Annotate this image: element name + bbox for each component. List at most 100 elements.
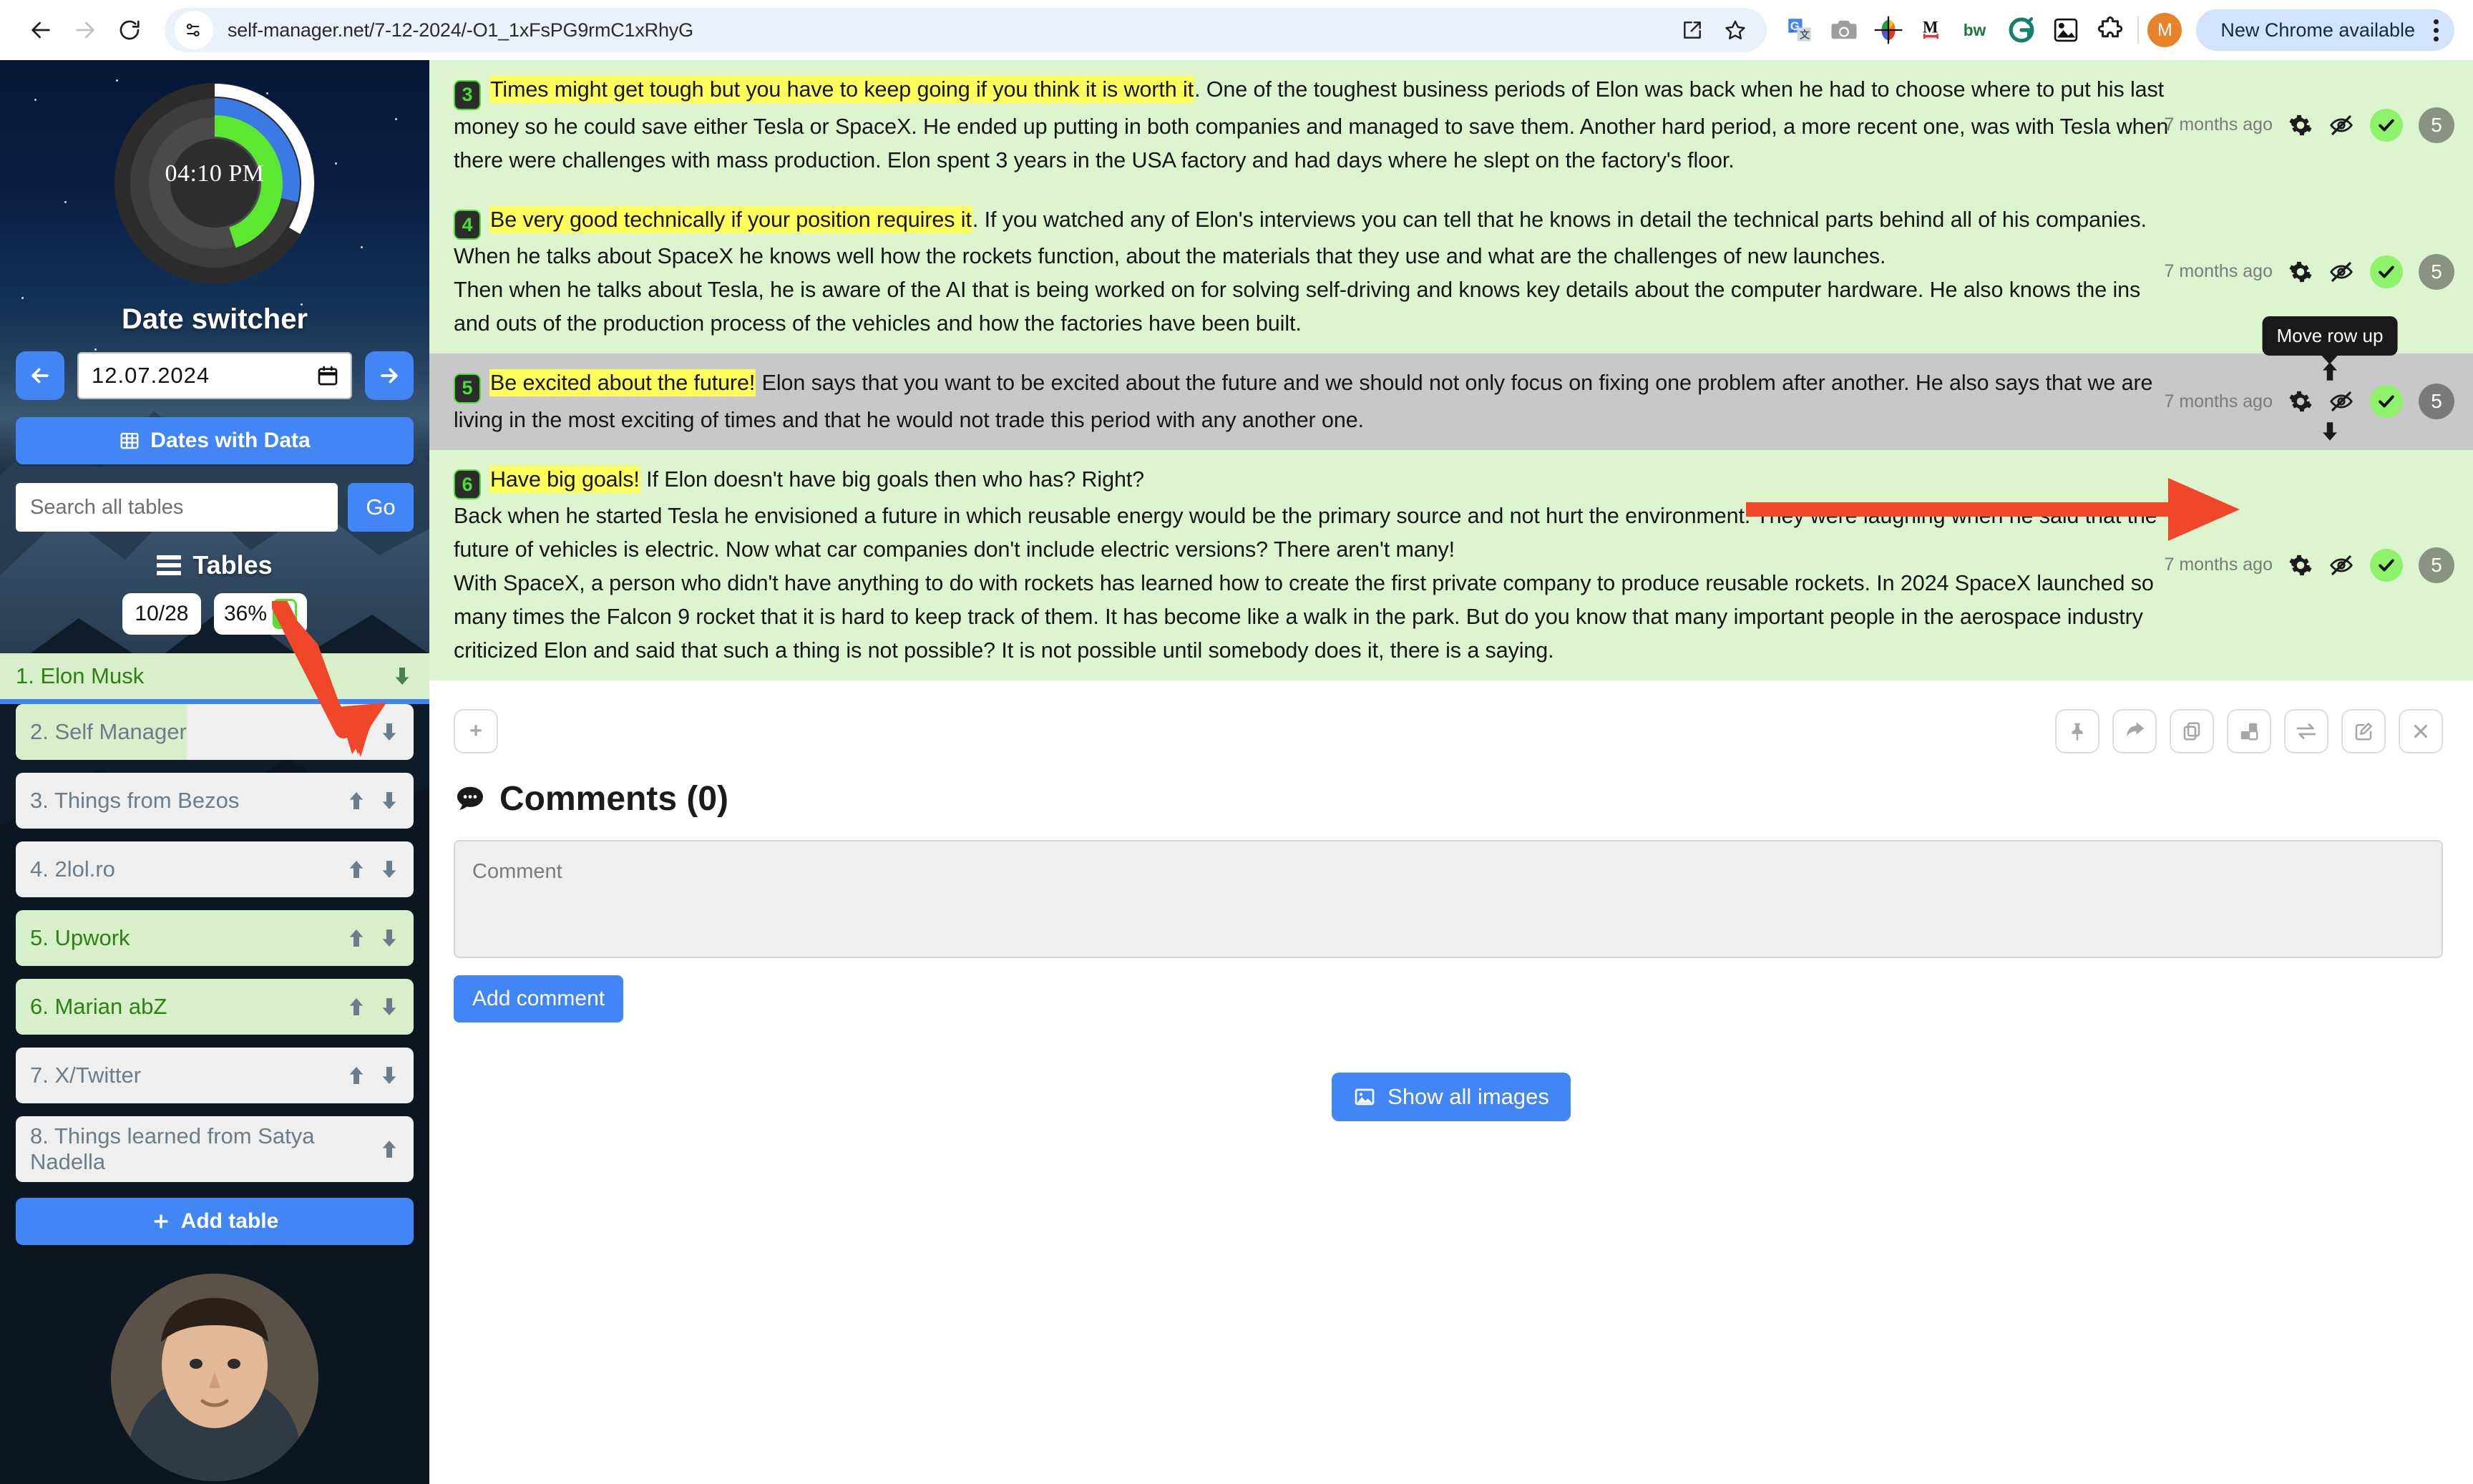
arrow-down-icon[interactable] <box>378 927 401 950</box>
google-translate-extension-icon[interactable]: G文 <box>1781 11 1818 49</box>
svg-text:文: 文 <box>1800 29 1810 40</box>
arrow-up-icon[interactable] <box>345 789 368 812</box>
open-in-new-button[interactable] <box>1672 10 1712 50</box>
search-go-button[interactable]: Go <box>348 483 414 532</box>
arrow-down-icon[interactable] <box>378 789 401 812</box>
bookmark-button[interactable] <box>1715 10 1755 50</box>
arrow-up-icon[interactable] <box>345 995 368 1018</box>
row-done-button[interactable] <box>2370 255 2403 288</box>
row-count-badge[interactable]: 5 <box>2419 107 2454 143</box>
hamburger-icon[interactable] <box>157 555 182 575</box>
arrow-up-icon[interactable] <box>378 1138 401 1161</box>
add-table-button[interactable]: Add table <box>16 1198 414 1245</box>
notes-rows: 3 Times might get tough but you have to k… <box>429 60 2473 680</box>
duplicate-button[interactable] <box>2227 709 2271 753</box>
comment-input[interactable]: Comment <box>454 840 2443 958</box>
edit-button[interactable] <box>2341 709 2386 753</box>
move-row-up-button[interactable] <box>2318 359 2342 384</box>
site-settings-button[interactable] <box>175 11 213 49</box>
move-row-down-button[interactable] <box>2318 419 2342 444</box>
arrow-up-icon[interactable] <box>345 721 368 743</box>
row-count-badge[interactable]: 5 <box>2419 547 2454 583</box>
arrow-down-icon[interactable] <box>378 721 401 743</box>
swap-button[interactable] <box>2284 709 2328 753</box>
calendar-icon[interactable] <box>316 364 339 387</box>
back-button[interactable] <box>19 8 63 52</box>
reload-button[interactable] <box>107 8 152 52</box>
sidebar-item[interactable]: 4. 2lol.ro <box>16 841 414 897</box>
add-comment-button[interactable]: Add comment <box>454 975 624 1022</box>
tables-heading-label: Tables <box>192 550 273 580</box>
row-timestamp: 7 months ago <box>2164 261 2273 282</box>
sidebar-item[interactable]: 3. Things from Bezos <box>16 773 414 829</box>
sidebar-item-elon-musk[interactable]: 1. Elon Musk <box>0 653 429 704</box>
grammarly-extension-icon[interactable] <box>2003 11 2040 49</box>
profile-photo[interactable] <box>111 1274 318 1481</box>
share-button[interactable] <box>2112 709 2157 753</box>
puzzle-extensions-icon[interactable] <box>2092 11 2129 49</box>
arrow-down-icon[interactable] <box>378 1064 401 1087</box>
row-count-badge[interactable]: 5 <box>2419 384 2454 420</box>
address-bar[interactable]: self-manager.net/7-12-2024/-O1_1xFsPG9rm… <box>165 8 1767 52</box>
bitwarden-extension-icon[interactable]: bw <box>1959 11 1996 49</box>
gear-icon <box>2289 391 2312 412</box>
date-switcher-title: Date switcher <box>121 303 308 335</box>
arrow-down-icon[interactable] <box>378 858 401 881</box>
comments-heading-label: Comments (0) <box>499 780 729 818</box>
arrow-up-icon[interactable] <box>345 927 368 950</box>
row-settings-button[interactable] <box>2288 260 2313 284</box>
row-settings-button[interactable] <box>2288 389 2313 414</box>
table-row[interactable]: 6 Have big goals! If Elon doesn't have bi… <box>429 449 2473 680</box>
table-row[interactable]: 3 Times might get tough but you have to k… <box>429 60 2473 190</box>
row-done-button[interactable] <box>2370 385 2403 419</box>
table-row[interactable]: 5 Be excited about the future! Elon says … <box>429 316 2473 450</box>
previous-date-button[interactable] <box>16 351 64 400</box>
table-row[interactable]: 4 Be very good technically if your positi… <box>429 190 2473 353</box>
row-done-button[interactable] <box>2370 548 2403 582</box>
show-all-images-label: Show all images <box>1387 1084 1549 1109</box>
eye-slash-icon <box>2330 262 2353 282</box>
sidebar-item[interactable]: 5. Upwork <box>16 910 414 966</box>
search-input[interactable]: Search all tables <box>16 483 338 532</box>
sidebar-item[interactable]: 8. Things learned from Satya Nadella <box>16 1116 414 1182</box>
tables-heading[interactable]: Tables <box>16 550 414 580</box>
screenshot-camera-extension-icon[interactable] <box>1825 11 1863 49</box>
row-hide-button[interactable] <box>2328 389 2354 414</box>
arrow-up-icon[interactable] <box>345 1064 368 1087</box>
next-date-button[interactable] <box>365 351 414 400</box>
profile-avatar-button[interactable]: M <box>2147 13 2182 47</box>
grid-table-icon <box>120 432 139 449</box>
row-hide-button[interactable] <box>2328 552 2354 578</box>
sidebar-item[interactable]: 6. Marian abZ <box>16 979 414 1035</box>
dates-with-data-button[interactable]: Dates with Data <box>16 417 414 464</box>
row-count-badge[interactable]: 5 <box>2419 253 2454 290</box>
color-picker-extension-icon[interactable] <box>1870 11 1907 49</box>
image-downloader-extension-icon[interactable] <box>2047 11 2084 49</box>
kebab-menu-icon[interactable] <box>2428 19 2444 42</box>
row-settings-button[interactable] <box>2288 553 2313 577</box>
row-paragraph: Then when he talks about Tesla, he is aw… <box>454 273 2170 341</box>
show-all-images-button[interactable]: Show all images <box>1332 1073 1571 1121</box>
momentum-extension-icon[interactable]: M <box>1914 11 1951 49</box>
arrow-down-icon[interactable] <box>378 995 401 1018</box>
eye-slash-icon <box>2330 555 2353 575</box>
date-input[interactable]: 12.07.2024 <box>77 352 352 399</box>
sidebar-item[interactable]: 7. X/Twitter <box>16 1048 414 1103</box>
arrow-up-icon[interactable] <box>345 858 368 881</box>
row-done-button[interactable] <box>2370 108 2403 142</box>
row-paragraph: Back when he started Tesla he envisioned… <box>454 499 2170 567</box>
close-button[interactable] <box>2399 709 2443 753</box>
forward-button[interactable] <box>63 8 107 52</box>
sidebar-item[interactable]: 2. Self Manager <box>16 704 414 760</box>
row-settings-button[interactable] <box>2288 113 2313 137</box>
add-row-button[interactable] <box>454 709 498 753</box>
row-controls: 7 months ago 5 <box>2165 547 2473 583</box>
row-highlight: Be excited about the future! <box>489 369 756 396</box>
chrome-update-button[interactable]: New Chrome available <box>2196 9 2454 51</box>
row-highlight: Have big goals! <box>489 465 640 493</box>
arrow-down-icon[interactable] <box>391 665 414 688</box>
row-hide-button[interactable] <box>2328 259 2354 285</box>
pin-button[interactable] <box>2055 709 2099 753</box>
copy-button[interactable] <box>2170 709 2214 753</box>
row-hide-button[interactable] <box>2328 112 2354 138</box>
